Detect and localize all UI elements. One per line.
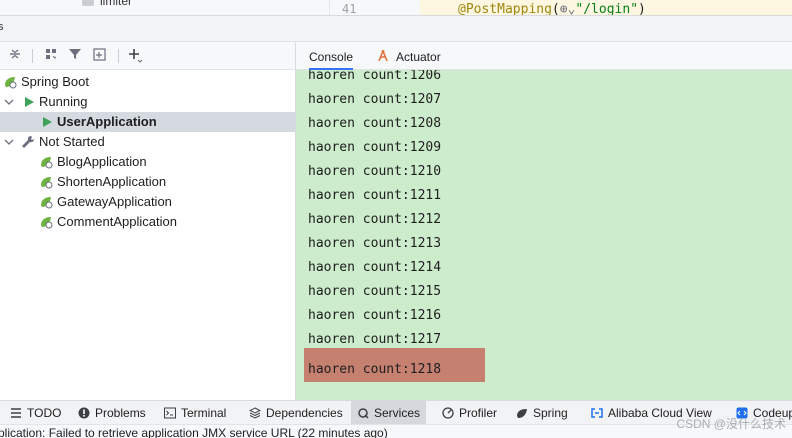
services-toolbar [0,42,296,70]
code-paren-close: ) [638,2,646,16]
services-tree: Spring Boot Running UserApplication Not … [0,70,296,400]
tree-node-comment-application[interactable]: CommentApplication [0,212,296,232]
tool-services[interactable]: Services [351,401,427,425]
tree-node-label: GatewayApplication [57,194,172,209]
spring-boot-icon [5,77,17,89]
code-paren-open: ( [551,2,560,16]
project-tree-fragment: limiter [0,0,330,15]
tool-todo[interactable]: TODO [4,401,67,425]
console-line: haoren count:1215 [308,284,442,299]
run-icon [25,97,34,107]
tree-node-label: BlogApplication [57,154,147,169]
terminal-icon [164,407,176,419]
tool-label: Problems [95,406,146,420]
tree-item-limiter[interactable]: limiter [82,0,132,8]
tool-label: Profiler [459,406,498,420]
tool-profiler[interactable]: Profiler [436,401,503,425]
wrench-icon [22,135,35,148]
chevron-down-icon[interactable] [3,132,15,152]
globe-icon: ⊕⌄ [559,2,576,16]
tool-label: Spring [533,406,568,420]
console-line: haoren count:1207 [308,92,442,107]
profiler-icon [442,407,454,419]
tab-label: Actuator [396,50,441,64]
console-output[interactable]: haoren count:1206 haoren count:1207 haoren… [296,70,792,400]
console-line: haoren count:1211 [308,188,442,203]
tab-console[interactable]: Console [309,42,354,70]
tab-label: Console [309,50,354,64]
new-tab-icon[interactable] [92,47,110,65]
group-by-icon[interactable] [42,47,60,65]
tree-node-label: Not Started [39,134,105,149]
dependencies-icon [249,407,261,419]
tool-window-title: s [0,21,4,33]
services-tool-window-header: s [0,16,792,42]
watermark: CSDN @没什么技术 [676,417,786,431]
todo-icon [11,408,21,418]
bottom-tool-strip: TODO Problems Terminal Dependencies Serv… [0,400,792,425]
tree-node-not-started[interactable]: Not Started [0,132,296,152]
tool-terminal[interactable]: Terminal [158,401,232,425]
spring-icon [517,409,527,418]
spring-boot-icon [41,197,53,209]
tree-node-blog-application[interactable]: BlogApplication [0,152,296,172]
tree-node-user-application[interactable]: UserApplication [0,112,296,132]
spring-boot-icon [41,177,53,189]
tree-node-label: ShortenApplication [57,174,167,189]
tool-label: Services [374,406,421,420]
tool-label: Terminal [181,406,227,420]
top-strip: limiter 41 @PostMapping(⊕⌄"/login") [0,0,792,16]
editor-line[interactable]: @PostMapping(⊕⌄"/login") [420,0,792,16]
spring-boot-icon [41,217,53,229]
services-icon [358,408,369,419]
filter-icon[interactable] [66,47,84,65]
tab-actuator[interactable]: Actuator [376,42,441,70]
console-line: haoren count:1216 [308,308,442,323]
spring-boot-icon [41,157,53,169]
folder-icon [82,0,94,6]
services-tabs: Console Actuator [296,42,792,70]
tree-node-label: Running [39,94,88,109]
tree-item-label: limiter [100,0,132,8]
code-annotation: @PostMapping [458,2,552,16]
code-string: "/login" [575,2,639,16]
console-line: haoren count:1213 [308,236,442,251]
console-line: haoren count:1217 [308,332,442,347]
line-number: 41 [342,2,357,16]
tree-node-label: UserApplication [57,114,157,129]
tree-node-running[interactable]: Running [0,92,296,112]
add-service-icon[interactable] [126,47,144,65]
editor-gutter: 41 [330,0,420,16]
console-line: haoren count:1218 [308,362,442,377]
tool-problems[interactable]: Problems [72,401,152,425]
alibaba-cloud-icon [591,408,603,418]
console-line: haoren count:1210 [308,164,442,179]
actuator-icon [378,50,388,62]
console-line: haoren count:1214 [308,260,442,275]
toolbar-separator [118,49,119,63]
tool-label: TODO [27,406,62,420]
tool-spring[interactable]: Spring [510,401,574,425]
console-line: haoren count:1209 [308,140,442,155]
toolbar-separator [32,49,33,63]
tree-node-label: CommentApplication [57,214,177,229]
code-line: @PostMapping(⊕⌄"/login") [458,2,646,16]
tree-node-gateway-application[interactable]: GatewayApplication [0,192,296,212]
tree-node-spring-boot[interactable]: Spring Boot [0,72,296,92]
tool-label: Dependencies [266,406,343,420]
console-line: haoren count:1212 [308,212,442,227]
problems-icon [78,407,90,419]
console-line: haoren count:1208 [308,116,442,131]
collapse-all-icon[interactable] [6,47,24,65]
run-icon [43,117,52,127]
tool-dependencies[interactable]: Dependencies [243,401,349,425]
console-line: haoren count:1206 [308,70,442,83]
chevron-down-icon[interactable] [3,92,15,112]
tree-node-shorten-application[interactable]: ShortenApplication [0,172,296,192]
status-message[interactable]: plication: Failed to retrieve applicatio… [0,426,388,438]
status-bar: plication: Failed to retrieve applicatio… [0,424,792,438]
tree-node-label: Spring Boot [21,74,89,89]
